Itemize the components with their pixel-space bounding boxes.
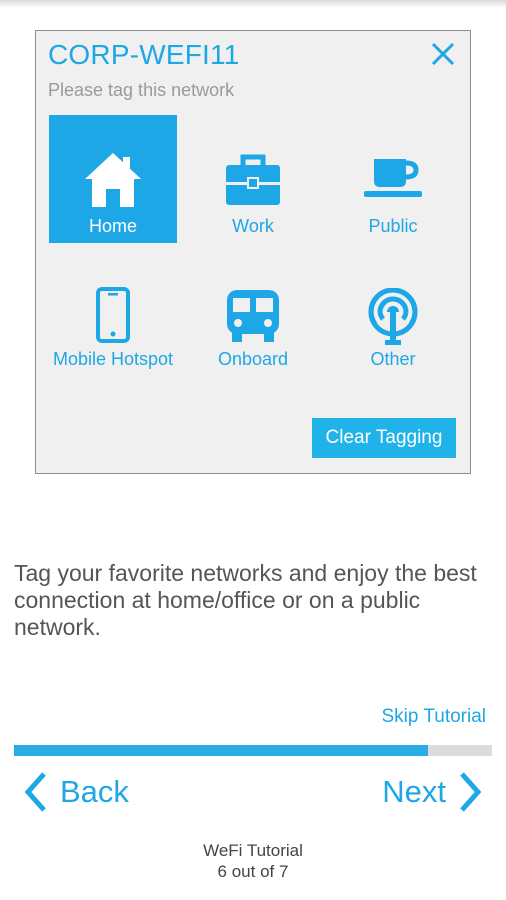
coffee-cup-icon: [364, 159, 422, 197]
tag-label: Onboard: [217, 349, 289, 369]
tutorial-description: Tag your favorite networks and enjoy the…: [14, 560, 477, 640]
tag-label: Work: [232, 216, 274, 236]
progress-fill: [14, 745, 428, 756]
footer-title: WeFi Tutorial: [203, 841, 303, 860]
network-name-title: CORP-WEFI11: [48, 39, 240, 70]
home-icon: [85, 153, 141, 207]
antenna-icon: [363, 288, 423, 346]
chevron-left-icon: [24, 772, 46, 812]
tag-label: Other: [370, 349, 416, 369]
tag-network-dialog: CORP-WEFI11 Please tag this network Home…: [35, 30, 471, 474]
footer-step-count: 6 out of 7: [217, 862, 289, 881]
close-icon[interactable]: [428, 39, 458, 69]
smartphone-icon: [96, 287, 130, 343]
tag-work[interactable]: Work: [189, 115, 317, 243]
skip-tutorial-link[interactable]: Skip Tutorial: [381, 706, 486, 728]
chevron-right-icon: [460, 772, 482, 812]
back-label: Back: [60, 774, 129, 809]
bus-icon: [227, 290, 279, 342]
tag-onboard[interactable]: Onboard: [189, 261, 317, 389]
tag-home[interactable]: Home: [49, 115, 177, 243]
tag-label: Mobile Hotspot: [52, 349, 174, 369]
top-shadow: [0, 0, 506, 8]
back-button[interactable]: Back: [22, 766, 129, 818]
dialog-subtitle: Please tag this network: [48, 80, 235, 100]
tag-other[interactable]: Other: [329, 261, 457, 389]
next-button[interactable]: Next: [382, 766, 484, 818]
clear-tagging-button[interactable]: Clear Tagging: [312, 418, 456, 458]
next-label: Next: [382, 774, 446, 809]
tag-label: Public: [368, 216, 418, 236]
tag-label: Home: [88, 216, 137, 236]
tag-public[interactable]: Public: [329, 115, 457, 243]
briefcase-icon: [226, 154, 280, 205]
tag-mobile-hotspot[interactable]: Mobile Hotspot: [49, 261, 177, 389]
